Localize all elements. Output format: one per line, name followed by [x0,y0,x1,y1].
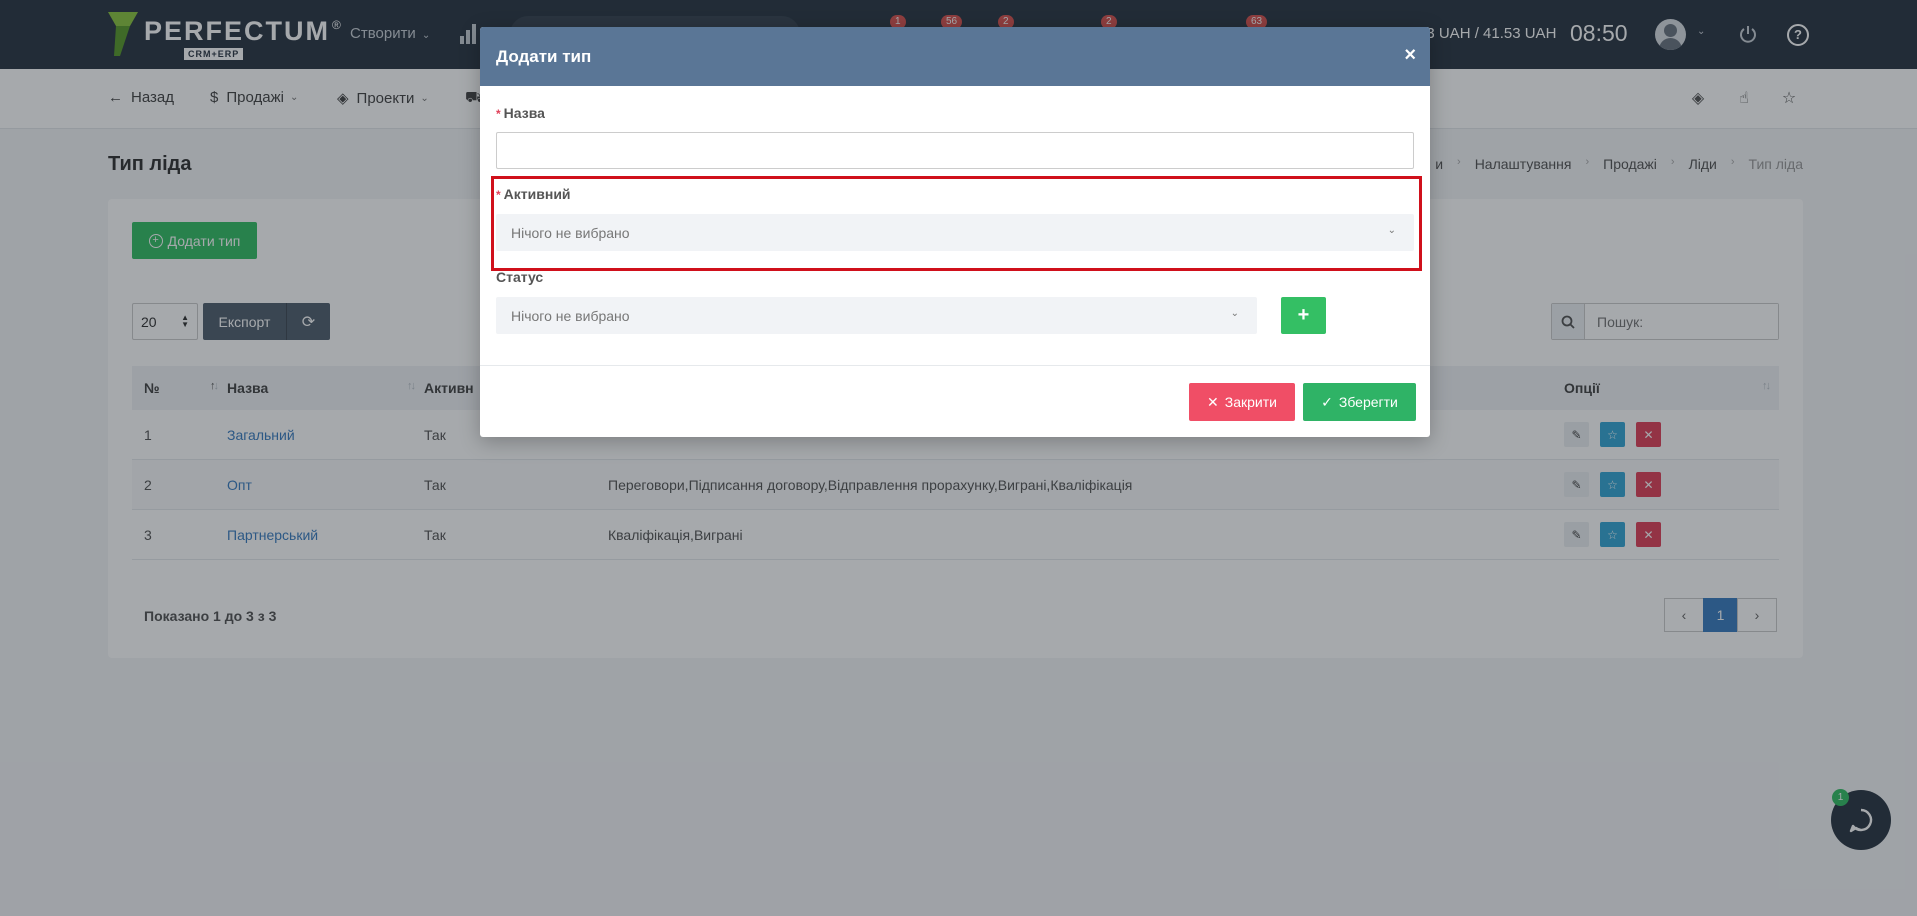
status-select[interactable]: Нічого не вибрано ⌄ [496,297,1257,334]
status-select-value: Нічого не вибрано [511,307,630,324]
add-type-modal: Додати тип × * Назва * Активний Нічого не … [480,27,1430,437]
required-mark: * [496,107,501,121]
modal-divider [480,365,1430,366]
highlight-box [491,176,1422,271]
modal-title: Додати тип [496,46,592,66]
modal-header: Додати тип × [480,27,1430,86]
close-icon[interactable]: × [1404,44,1416,67]
name-field-label: * Назва [496,105,545,121]
close-icon: ✕ [1207,393,1219,410]
name-input[interactable] [496,132,1414,169]
chevron-down-icon: ⌄ [1230,308,1239,319]
check-icon: ✓ [1321,393,1333,410]
status-field-label: Статус [496,269,544,285]
save-button[interactable]: ✓ Зберегти [1303,383,1416,421]
add-status-button[interactable]: + [1281,297,1326,334]
close-button[interactable]: ✕ Закрити [1189,383,1295,421]
